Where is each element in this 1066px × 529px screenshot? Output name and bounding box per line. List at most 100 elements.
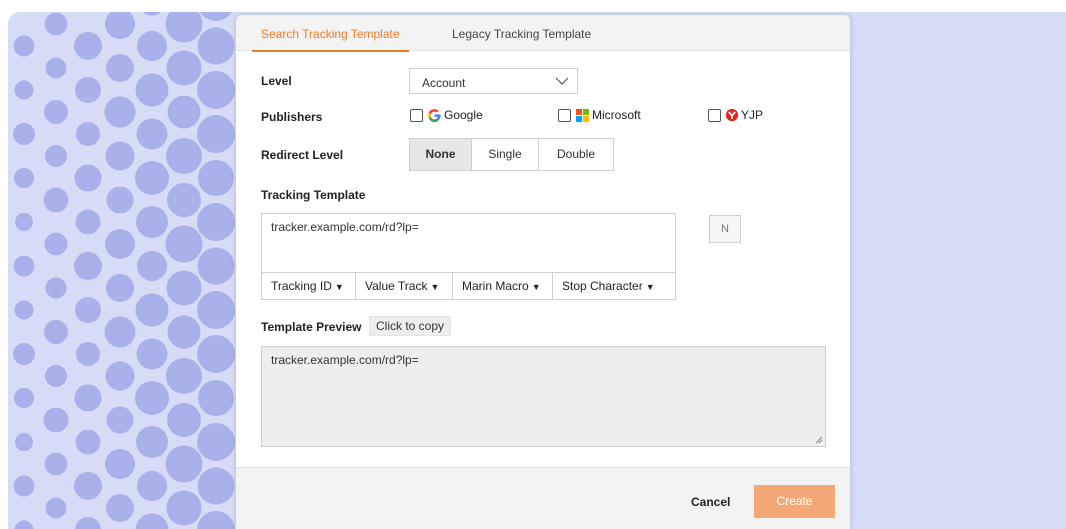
decorative-dot: [197, 335, 235, 373]
decorative-dot: [45, 145, 67, 167]
decorative-dot: [44, 12, 68, 36]
resize-grip-icon[interactable]: [815, 436, 823, 444]
cancel-button[interactable]: Cancel: [691, 495, 730, 509]
decorative-dot: [167, 403, 201, 437]
template-preview-label: Template Preview: [261, 320, 362, 334]
n-button[interactable]: N: [709, 215, 741, 243]
decorative-dot: [14, 300, 34, 320]
decorative-dot: [13, 475, 35, 497]
decorative-dot: [106, 186, 134, 214]
marin-macro-dropdown[interactable]: Marin Macro ▼: [453, 273, 553, 299]
publisher-yjp[interactable]: YJP: [708, 107, 763, 123]
decorative-dot: [197, 27, 235, 65]
decorative-dot: [105, 361, 135, 391]
create-button[interactable]: Create: [754, 485, 835, 518]
decorative-dot: [167, 183, 201, 217]
decorative-dot: [135, 293, 169, 327]
decorative-dot: [43, 407, 69, 433]
template-preview-box: tracker.example.com/rd?lp=: [261, 346, 826, 447]
tab-search-tracking-template[interactable]: Search Tracking Template: [252, 15, 409, 52]
microsoft-label: Microsoft: [592, 108, 641, 122]
tracking-template-input[interactable]: tracker.example.com/rd?lp= Tracking ID ▼ …: [261, 213, 676, 300]
decorative-dot: [75, 209, 101, 235]
stop-character-dropdown[interactable]: Stop Character ▼: [553, 273, 675, 299]
value-track-label: Value Track: [365, 279, 428, 293]
click-to-copy-button[interactable]: Click to copy: [369, 316, 452, 336]
decorative-dot: [106, 274, 134, 302]
decorative-dot: [106, 54, 134, 82]
yjp-label: YJP: [741, 108, 764, 122]
decorative-dot: [14, 388, 34, 408]
decorative-dot: [137, 471, 167, 501]
decorative-dot: [136, 338, 168, 370]
publisher-microsoft[interactable]: Microsoft: [558, 107, 641, 123]
decorative-dot: [135, 73, 169, 107]
redirect-double-button[interactable]: Double: [539, 139, 613, 170]
decorative-dot: [74, 384, 102, 412]
decorative-dot: [74, 32, 102, 60]
decorative-dot: [14, 80, 34, 100]
decorative-dot: [105, 141, 135, 171]
decorative-dot: [75, 517, 101, 529]
microsoft-checkbox[interactable]: [558, 108, 571, 122]
decorative-dot: [13, 35, 35, 57]
decorative-dot: [44, 320, 68, 344]
decorative-dot: [197, 291, 235, 329]
redirect-none-button[interactable]: None: [410, 139, 472, 170]
decorative-dot: [75, 429, 101, 455]
decorative-dot: [135, 381, 169, 415]
redirect-level-toggle: None Single Double: [409, 138, 614, 171]
decorative-dot: [197, 467, 235, 505]
level-select[interactable]: Account: [409, 68, 578, 94]
decorative-dot: [15, 433, 33, 451]
decorative-dot: [75, 297, 101, 323]
decorative-dot: [43, 187, 69, 213]
decorative-dot: [198, 380, 234, 416]
decorative-dot: [136, 206, 168, 238]
redirect-level-label: Redirect Level: [261, 148, 344, 162]
decorative-dot: [166, 138, 202, 174]
value-track-dropdown[interactable]: Value Track ▼: [356, 273, 453, 299]
decorative-dot: [197, 423, 235, 461]
publishers-label: Publishers: [261, 110, 323, 124]
decorative-dot: [13, 255, 35, 277]
caret-down-icon: ▼: [531, 282, 541, 292]
decorative-dot: [166, 358, 202, 394]
google-label: Google: [444, 108, 483, 122]
decorative-dot: [166, 270, 202, 306]
decorative-dot: [197, 511, 235, 529]
tab-legacy-tracking-template[interactable]: Legacy Tracking Template: [440, 15, 603, 51]
decorative-dot: [75, 77, 101, 103]
decorative-dot: [199, 12, 233, 21]
decorative-dot: [74, 472, 102, 500]
chevron-down-icon: [555, 77, 569, 85]
decorative-dot: [135, 513, 169, 529]
publisher-google[interactable]: Google: [410, 107, 483, 123]
caret-down-icon: ▼: [645, 282, 655, 292]
yjp-checkbox[interactable]: [708, 108, 721, 122]
tracking-id-dropdown[interactable]: Tracking ID ▼: [262, 273, 356, 299]
decorative-dot: [44, 232, 68, 256]
decorative-dot: [74, 252, 102, 280]
decorative-dot: [137, 31, 167, 61]
decorative-dot: [166, 50, 202, 86]
tab-bar: Search Tracking Template Legacy Tracking…: [236, 15, 850, 52]
redirect-single-button[interactable]: Single: [472, 139, 539, 170]
decorative-dot: [45, 497, 67, 519]
decorative-dot: [76, 342, 100, 366]
decorative-dot: [136, 118, 168, 150]
decorative-dot: [197, 115, 235, 153]
decorative-dot: [14, 168, 34, 188]
template-preview-value: tracker.example.com/rd?lp=: [271, 353, 419, 367]
dialog-footer: Cancel Create: [236, 467, 850, 529]
decorative-dot: [44, 452, 68, 476]
google-checkbox[interactable]: [410, 108, 423, 122]
stop-character-label: Stop Character: [562, 279, 643, 293]
decorative-dot: [105, 12, 135, 39]
decorative-dot: [136, 426, 168, 458]
decorative-dot: [105, 449, 135, 479]
decorative-dot: [45, 277, 67, 299]
decorative-dot: [135, 161, 169, 195]
decorative-dot: [13, 123, 35, 145]
tracking-template-value: tracker.example.com/rd?lp=: [271, 220, 419, 234]
